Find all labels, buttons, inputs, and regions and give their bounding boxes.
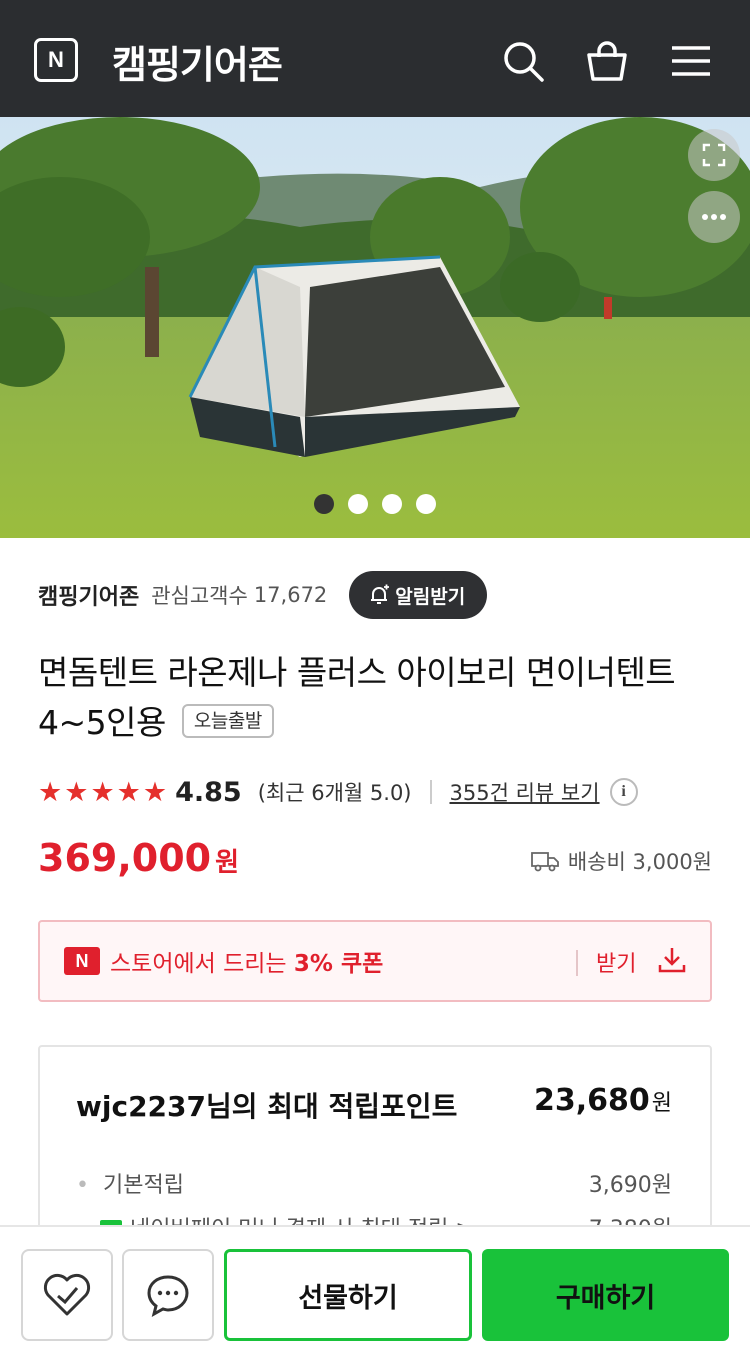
divider	[576, 950, 578, 976]
search-icon[interactable]	[500, 38, 546, 84]
carousel-dot[interactable]	[314, 494, 334, 514]
truck-icon	[531, 852, 559, 872]
alarm-label: 알림받기	[395, 585, 466, 608]
wishlist-button[interactable]	[21, 1249, 113, 1341]
star-icon: ★	[142, 776, 168, 808]
carousel-dot[interactable]	[382, 494, 402, 514]
carousel-dot[interactable]	[416, 494, 436, 514]
recent-rating: (최근 6개월 5.0)	[257, 781, 412, 805]
review-link[interactable]: 355건 리뷰 보기	[450, 777, 600, 807]
star-icon: ★	[116, 776, 141, 808]
tent-photo	[0, 117, 750, 538]
star-icon: ★	[90, 776, 115, 808]
price: 369,000 원	[38, 836, 239, 880]
bullet: •	[76, 1173, 89, 1198]
zoom-icon[interactable]	[688, 129, 740, 181]
points-title: wjc2237님의 최대 적립포인트	[76, 1090, 458, 1123]
product-title-text: 면돔텐트 라온제나 플러스 아이보리 면이너텐트 4~5인용	[38, 653, 676, 742]
today-ship-tag: 오늘출발	[181, 703, 274, 738]
menu-icon[interactable]	[668, 38, 714, 84]
heart-check-icon	[43, 1273, 91, 1316]
rating-value: 4.85	[175, 776, 242, 808]
points-total-value: 23,680	[533, 1083, 650, 1118]
product-title: 면돔텐트 라온제나 플러스 아이보리 면이너텐트 4~5인용 오늘출발	[38, 648, 718, 748]
alarm-button[interactable]: 알림받기	[349, 571, 488, 619]
points-row-value: 3,690원	[588, 1173, 672, 1198]
shipping-fee: 배송비 3,000원	[530, 846, 712, 876]
gift-button[interactable]: 선물하기	[224, 1249, 472, 1341]
top-header: N 캠핑기어존	[0, 0, 750, 117]
naver-n-badge: N	[64, 947, 100, 975]
talk-button[interactable]	[122, 1249, 214, 1341]
price-amount: 369,000	[38, 836, 212, 880]
price-unit: 원	[215, 848, 239, 878]
carousel-dot[interactable]	[348, 494, 368, 514]
star-rating: ★ ★ ★ ★ ★	[38, 779, 167, 806]
star-icon: ★	[38, 776, 63, 808]
rating-row: ★ ★ ★ ★ ★ 4.85 (최근 6개월 5.0) 355건 리뷰 보기 i	[38, 772, 638, 812]
download-icon[interactable]	[656, 944, 688, 980]
naver-logo-icon[interactable]: N	[34, 38, 78, 82]
divider	[429, 780, 432, 804]
coupon-text: 스토어에서 드리는 3% 쿠폰	[110, 944, 383, 978]
bell-plus-icon	[371, 584, 390, 604]
points-row-basic: • 기본적립 3,690원	[76, 1167, 672, 1199]
fav-label: 관심고객수	[151, 584, 248, 608]
coupon-get-button[interactable]: 받기	[596, 946, 636, 978]
store-name[interactable]: 캠핑기어존	[38, 579, 139, 611]
carousel-indicator	[0, 494, 750, 514]
more-icon[interactable]	[688, 191, 740, 243]
buy-button[interactable]: 구매하기	[482, 1249, 729, 1341]
bottom-action-bar: 선물하기 구매하기	[0, 1225, 750, 1346]
info-icon[interactable]: i	[609, 778, 638, 806]
product-image-carousel[interactable]	[0, 117, 750, 538]
shipping-text: 배송비 3,000원	[567, 850, 712, 874]
chat-icon	[147, 1275, 189, 1317]
coupon-banner[interactable]: N 스토어에서 드리는 3% 쿠폰 받기	[38, 920, 712, 1002]
coupon-percent: 3% 쿠폰	[293, 951, 384, 977]
fav-count: 17,672	[253, 583, 328, 607]
points-row-label: 기본적립	[102, 1173, 184, 1198]
points-unit: 원	[651, 1091, 672, 1116]
store-info-row: 캠핑기어존 관심고객수 17,672 알림받기	[38, 570, 488, 620]
points-total: 23,680원	[534, 1083, 672, 1118]
star-icon: ★	[64, 776, 89, 808]
store-title[interactable]: 캠핑기어존	[112, 34, 283, 89]
shopping-bag-icon[interactable]	[584, 38, 630, 84]
coupon-prefix: 스토어에서 드리는	[110, 951, 294, 977]
